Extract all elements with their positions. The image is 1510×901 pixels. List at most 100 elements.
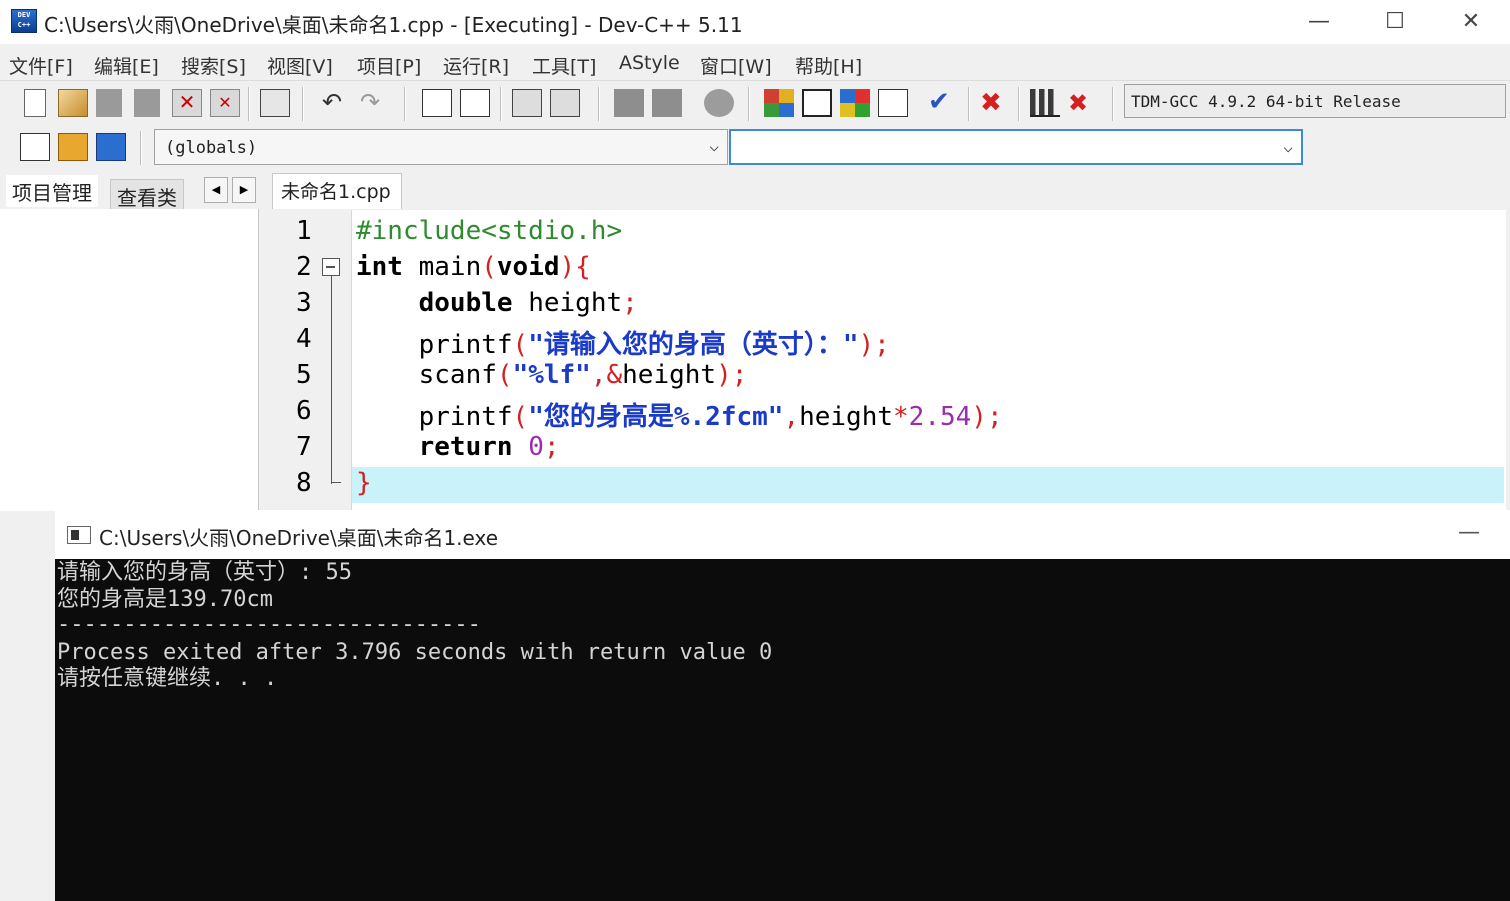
console-output-line: 请输入您的身高（英寸）: 55 [57,560,352,585]
secondary-toolbar: (globals) ⌵ ⌵ [0,125,1510,171]
run-icon[interactable] [878,89,908,117]
console-title: C:\Users\火雨\OneDrive\桌面\未命名1.exe [99,526,499,550]
check-icon[interactable]: ✔ [928,89,958,117]
menu-search[interactable]: 搜索[S] [181,52,246,79]
editor-tab-file[interactable]: 未命名1.cpp [272,173,402,209]
toolbar-separator [748,87,750,121]
toolbar-separator [248,87,250,121]
code-line: #include<stdio.h> [356,216,623,246]
line-number: 6 [296,396,312,426]
code-editor[interactable]: 1 2 3 4 5 6 7 8 #include<stdio.h> int ma… [276,210,1506,510]
stop-icon[interactable]: ✖ [980,89,1010,117]
menu-project[interactable]: 项目[P] [357,52,421,79]
console-window[interactable]: C:\Users\火雨\OneDrive\桌面\未命名1.exe — 请输入您的… [55,510,1510,901]
current-line-highlight [352,467,1504,503]
close-all-icon[interactable]: ✕ [210,89,240,117]
fold-collapse-icon[interactable] [322,258,340,276]
code-line: scanf("%lf",&height); [418,360,748,390]
code-line: return 0; [418,432,560,462]
menu-tools[interactable]: 工具[T] [532,52,596,79]
goto-icon[interactable] [96,133,126,161]
window-icon[interactable] [802,89,832,117]
fold-end [331,482,341,483]
code-line: int main(void){ [356,252,591,282]
toolbar-separator [968,87,970,121]
menu-astyle[interactable]: AStyle [619,52,680,74]
main-toolbar: ✕ ✕ ↶ ↷ ✔ ✖ ✖ TDM-GCC 4.9.2 64-bit Relea… [0,81,1510,125]
fold-line [331,276,332,484]
toolbar-separator [140,131,142,165]
print-icon[interactable] [260,89,290,117]
replace-icon[interactable] [460,89,490,117]
close-button[interactable]: ✕ [1448,6,1494,38]
code-line: double height; [418,288,638,318]
console-output-line: Process exited after 3.796 seconds with … [57,640,773,665]
line-number: 2 [296,252,312,282]
chevron-down-icon: ⌵ [1283,137,1293,156]
console-output-line: 请按任意键继续. . . [57,666,278,691]
globals-value: (globals) [165,138,258,158]
line-number: 7 [296,432,312,462]
line-number: 1 [296,216,312,246]
undo-icon[interactable]: ↶ [322,89,352,117]
insert-icon[interactable] [20,133,50,161]
redo-icon[interactable]: ↷ [360,89,390,117]
project-tree[interactable] [0,209,259,511]
console-app-icon [67,526,91,544]
line-number-gutter: 1 2 3 4 5 6 7 8 [276,210,352,510]
console-minimize-button[interactable]: — [1458,520,1480,545]
new-project-icon[interactable] [764,89,794,117]
code-line: } [356,468,372,498]
toolbar-separator [404,87,406,121]
tab-project-manager[interactable]: 项目管理 [6,175,98,207]
unindent-icon[interactable] [550,89,580,117]
console-output-line: -------------------------------- [57,612,481,637]
window-title: C:\Users\火雨\OneDrive\桌面\未命名1.cpp - [Exec… [44,13,743,37]
compiler-select[interactable]: TDM-GCC 4.9.2 64-bit Release [1124,84,1506,118]
console-title-bar: C:\Users\火雨\OneDrive\桌面\未命名1.exe — [55,510,1510,559]
indent-icon[interactable] [512,89,542,117]
bookmark-next-icon[interactable] [652,89,682,117]
code-line: printf("您的身高是%.2fcm",height*2.54); [418,402,1003,432]
tab-scroll-left-button[interactable]: ◀ [204,177,228,203]
title-bar: DEV C++ C:\Users\火雨\OneDrive\桌面\未命名1.cpp… [0,0,1510,44]
toolbar-separator [1018,87,1020,121]
chevron-down-icon: ⌵ [709,136,719,155]
new-file-icon[interactable] [24,89,46,117]
function-combo[interactable]: ⌵ [729,129,1303,165]
maximize-button[interactable]: ☐ [1372,6,1418,38]
compile-icon[interactable] [840,89,870,117]
save-icon[interactable] [96,89,122,117]
toolbar-separator [302,87,304,121]
left-panel: 项目管理 查看类 ◀ ▶ [0,171,260,511]
menu-window[interactable]: 窗口[W] [700,52,772,79]
minimize-button[interactable]: — [1296,6,1342,38]
line-number: 3 [296,288,312,318]
tab-class-browser[interactable]: 查看类 [110,179,184,211]
menu-run[interactable]: 运行[R] [443,52,509,79]
menu-view[interactable]: 视图[V] [267,52,333,79]
menu-bar: 文件[F] 编辑[E] 搜索[S] 视图[V] 项目[P] 运行[R] 工具[T… [0,46,1510,81]
console-output-line: 您的身高是139.70cm [57,587,273,612]
find-icon[interactable] [422,89,452,117]
menu-file[interactable]: 文件[F] [9,52,73,79]
code-line: printf("请输入您的身高（英寸）："); [418,330,890,360]
menu-help[interactable]: 帮助[H] [795,52,862,79]
add-icon[interactable] [58,133,88,161]
menu-edit[interactable]: 编辑[E] [94,52,159,79]
toggle-comment-icon[interactable] [704,89,734,117]
toolbar-separator [1112,87,1114,121]
toolbar-separator [598,87,600,121]
close-file-icon[interactable]: ✕ [172,89,202,117]
tab-scroll-right-button[interactable]: ▶ [232,177,256,203]
devcpp-app-icon: DEV C++ [11,9,37,33]
bookmark-prev-icon[interactable] [614,89,644,117]
chart-icon[interactable] [1030,89,1060,117]
debug-icon[interactable]: ✖ [1068,89,1098,117]
open-file-icon[interactable] [58,89,88,117]
globals-combo[interactable]: (globals) ⌵ [154,129,728,165]
toolbar-separator [500,87,502,121]
line-number: 4 [296,324,312,354]
save-all-icon[interactable] [134,89,160,117]
line-number: 5 [296,360,312,390]
